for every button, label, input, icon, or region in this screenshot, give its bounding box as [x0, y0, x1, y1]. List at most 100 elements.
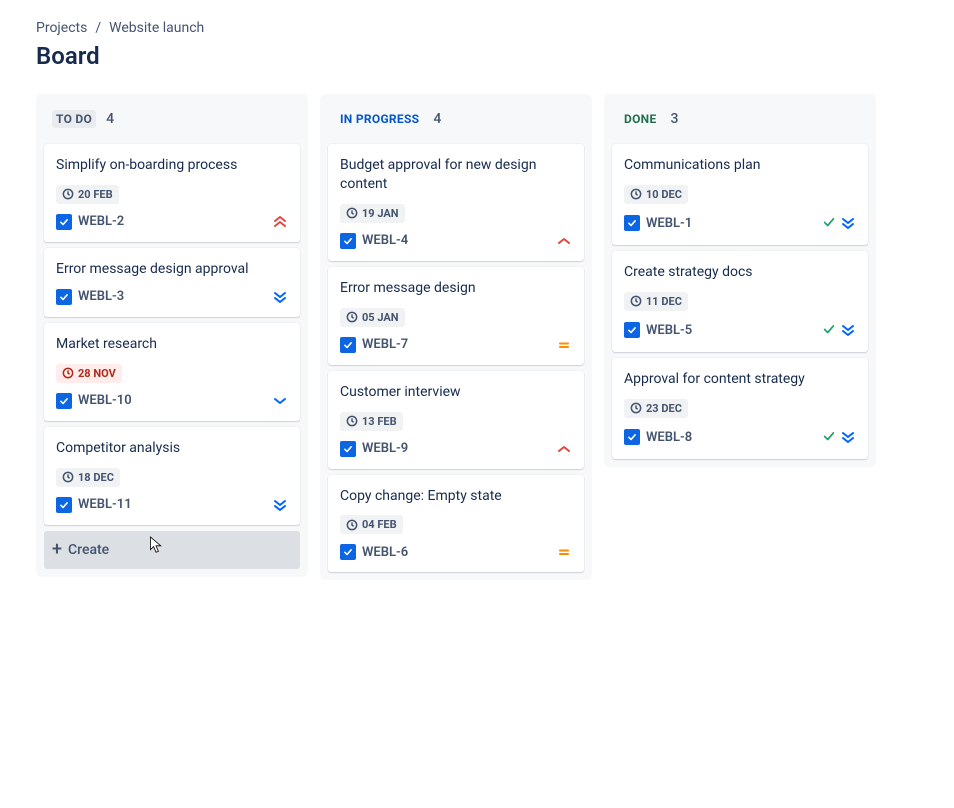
card-title: Budget approval for new design content	[340, 156, 572, 194]
issue-key-text: WEBL-1	[646, 216, 692, 231]
card-right-icons	[556, 544, 572, 560]
issue-card[interactable]: Error message design approval WEBL-3	[44, 248, 300, 317]
due-date-text: 05 JAN	[362, 311, 399, 324]
issue-card[interactable]: Create strategy docs 11 DEC WEBL-5	[612, 251, 868, 352]
clock-icon	[346, 519, 358, 531]
clock-icon	[346, 415, 358, 427]
card-title: Competitor analysis	[56, 439, 288, 458]
due-date-badge: 28 NOV	[56, 364, 122, 383]
due-date-badge: 13 FEB	[340, 412, 403, 431]
card-right-icons	[272, 214, 288, 230]
create-button-label: Create	[68, 542, 109, 558]
card-right-icons	[556, 441, 572, 457]
clock-icon	[630, 295, 642, 307]
issue-card[interactable]: Error message design 05 JAN WEBL-7	[328, 267, 584, 365]
breadcrumb-root-link[interactable]: Projects	[36, 20, 87, 36]
issue-card[interactable]: Simplify on-boarding process20 FEBWEBL-2	[44, 144, 300, 242]
issue-key-text: WEBL-2	[78, 214, 124, 229]
issue-key: WEBL-3	[56, 289, 124, 305]
clock-icon	[630, 402, 642, 414]
create-issue-button[interactable]: + Create	[44, 531, 300, 569]
issue-key-text: WEBL-7	[362, 337, 408, 352]
due-date-text: 11 DEC	[646, 295, 682, 308]
card-title: Customer interview	[340, 383, 572, 402]
due-date-text: 13 FEB	[362, 415, 397, 428]
column-inprogress: IN PROGRESS4Budget approval for new desi…	[320, 94, 592, 580]
card-footer: WEBL-10	[56, 393, 288, 409]
due-date-badge: 19 JAN	[340, 204, 405, 223]
card-right-icons	[272, 289, 288, 305]
priority-lowest-icon	[840, 429, 856, 445]
issue-key-text: WEBL-9	[362, 441, 408, 456]
task-type-icon	[56, 497, 72, 513]
issue-card[interactable]: Market research 28 NOV WEBL-10	[44, 323, 300, 421]
priority-low-icon	[272, 393, 288, 409]
card-title: Error message design	[340, 279, 572, 298]
clock-icon	[630, 188, 642, 200]
card-footer: WEBL-1	[624, 214, 856, 233]
task-type-icon	[56, 214, 72, 230]
task-type-icon	[624, 215, 640, 231]
column-title: IN PROGRESS	[336, 110, 423, 128]
card-title: Copy change: Empty state	[340, 487, 572, 506]
card-footer: WEBL-4	[340, 233, 572, 249]
due-date-text: 04 FEB	[362, 518, 397, 531]
clock-icon	[346, 311, 358, 323]
issue-key: WEBL-2	[56, 214, 124, 230]
due-date-text: 20 FEB	[78, 188, 113, 201]
issue-card[interactable]: Approval for content strategy 23 DEC WEBL-…	[612, 358, 868, 459]
due-date-text: 19 JAN	[362, 207, 399, 220]
column-todo: TO DO4Simplify on-boarding process20 FEB…	[36, 94, 308, 577]
issue-key-text: WEBL-4	[362, 233, 408, 248]
column-header: TO DO4	[44, 102, 300, 138]
card-footer: WEBL-6	[340, 544, 572, 560]
breadcrumb: Projects / Website launch	[36, 20, 918, 36]
issue-key-text: WEBL-3	[78, 289, 124, 304]
card-title: Create strategy docs	[624, 263, 856, 282]
column-title: DONE	[620, 110, 661, 128]
clock-icon	[346, 207, 358, 219]
done-check-icon	[822, 429, 836, 443]
card-title: Market research	[56, 335, 288, 354]
issue-card[interactable]: Customer interview 13 FEB WEBL-9	[328, 371, 584, 469]
priority-high-icon	[556, 441, 572, 457]
card-title: Approval for content strategy	[624, 370, 856, 389]
cursor-pointer-icon	[148, 535, 164, 555]
issue-card[interactable]: Communications plan10 DECWEBL-1	[612, 144, 868, 245]
issue-key: WEBL-9	[340, 441, 408, 457]
done-check-icon	[822, 214, 836, 233]
due-date-badge: 23 DEC	[624, 399, 688, 418]
issue-card[interactable]: Competitor analysis18 DECWEBL-11	[44, 427, 300, 525]
task-type-icon	[624, 322, 640, 338]
task-type-icon	[340, 233, 356, 249]
card-title: Error message design approval	[56, 260, 288, 279]
card-footer: WEBL-8	[624, 428, 856, 447]
clock-icon	[62, 367, 74, 379]
due-date-badge: 20 FEB	[56, 185, 119, 204]
priority-lowest-icon	[840, 322, 856, 338]
card-footer: WEBL-2	[56, 214, 288, 230]
card-right-icons	[822, 428, 856, 447]
issue-card[interactable]: Copy change: Empty state 04 FEB WEBL-6	[328, 475, 584, 573]
task-type-icon	[340, 441, 356, 457]
priority-medium-icon	[556, 544, 572, 560]
issue-key: WEBL-4	[340, 233, 408, 249]
done-check-icon	[822, 321, 836, 340]
issue-key: WEBL-10	[56, 393, 132, 409]
plus-icon: +	[52, 541, 62, 559]
done-check-icon	[822, 322, 836, 336]
issue-key: WEBL-8	[624, 429, 692, 445]
column-done: DONE3Communications plan10 DECWEBL-1Crea…	[604, 94, 876, 467]
priority-lowest-icon	[840, 215, 856, 231]
priority-medium-icon	[556, 337, 572, 353]
due-date-text: 28 NOV	[78, 367, 116, 380]
issue-key: WEBL-5	[624, 322, 692, 338]
issue-key-text: WEBL-5	[646, 323, 692, 338]
column-title: TO DO	[52, 110, 96, 128]
card-footer: WEBL-7	[340, 337, 572, 353]
breadcrumb-current: Website launch	[109, 20, 204, 36]
due-date-text: 10 DEC	[646, 188, 682, 201]
due-date-text: 23 DEC	[646, 402, 682, 415]
breadcrumb-separator: /	[95, 20, 101, 36]
issue-card[interactable]: Budget approval for new design content 19…	[328, 144, 584, 261]
